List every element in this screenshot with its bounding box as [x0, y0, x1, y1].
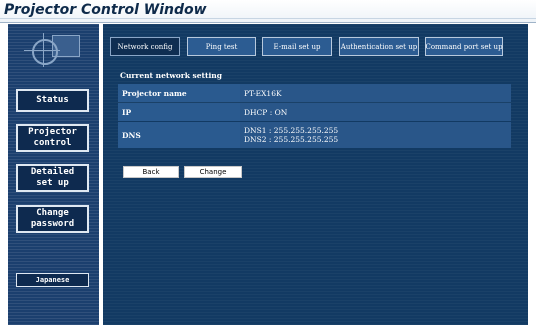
- sidebar-item-status[interactable]: Status: [16, 89, 89, 112]
- main-panel: Network config Ping test E-mail set up A…: [103, 24, 528, 325]
- table-row: IP DHCP : ON: [118, 103, 511, 121]
- sidebar-item-change-password[interactable]: Change password: [16, 205, 89, 233]
- table-row: Projector name PT-EX16K: [118, 84, 511, 102]
- table-row: DNS DNS1 : 255.255.255.255 DNS2 : 255.25…: [118, 122, 511, 148]
- sidebar-item-detailed-set-up[interactable]: Detailed set up: [16, 164, 89, 192]
- title-divider: [0, 18, 536, 19]
- right-edge: [528, 24, 536, 325]
- setting-key: Projector name: [118, 84, 240, 102]
- change-button[interactable]: Change: [184, 166, 242, 178]
- logo-icon: [18, 30, 90, 68]
- setting-value: DNS1 : 255.255.255.255 DNS2 : 255.255.25…: [240, 122, 511, 148]
- section-heading: Current network setting: [120, 71, 223, 80]
- dns1-value: DNS1 : 255.255.255.255: [244, 126, 339, 135]
- title-bar: Projector Control Window: [0, 0, 536, 23]
- tab-authentication-set-up[interactable]: Authentication set up: [339, 37, 419, 56]
- tab-email-set-up[interactable]: E-mail set up: [262, 37, 332, 56]
- setting-key: IP: [118, 103, 240, 121]
- tab-ping-test[interactable]: Ping test: [187, 37, 256, 56]
- setting-value: PT-EX16K: [240, 84, 511, 102]
- tab-network-config[interactable]: Network config: [110, 37, 180, 56]
- dns2-value: DNS2 : 255.255.255.255: [244, 135, 339, 144]
- back-button[interactable]: Back: [123, 166, 179, 178]
- setting-value: DHCP : ON: [240, 103, 511, 121]
- network-settings-table: Projector name PT-EX16K IP DHCP : ON DNS…: [118, 83, 511, 149]
- sidebar: Status Projector control Detailed set up…: [8, 24, 99, 325]
- tab-command-port-set-up[interactable]: Command port set up: [425, 37, 503, 56]
- setting-key: DNS: [118, 122, 240, 148]
- sidebar-item-projector-control[interactable]: Projector control: [16, 124, 89, 152]
- window-title: Projector Control Window: [4, 2, 207, 18]
- language-button-japanese[interactable]: Japanese: [16, 273, 89, 287]
